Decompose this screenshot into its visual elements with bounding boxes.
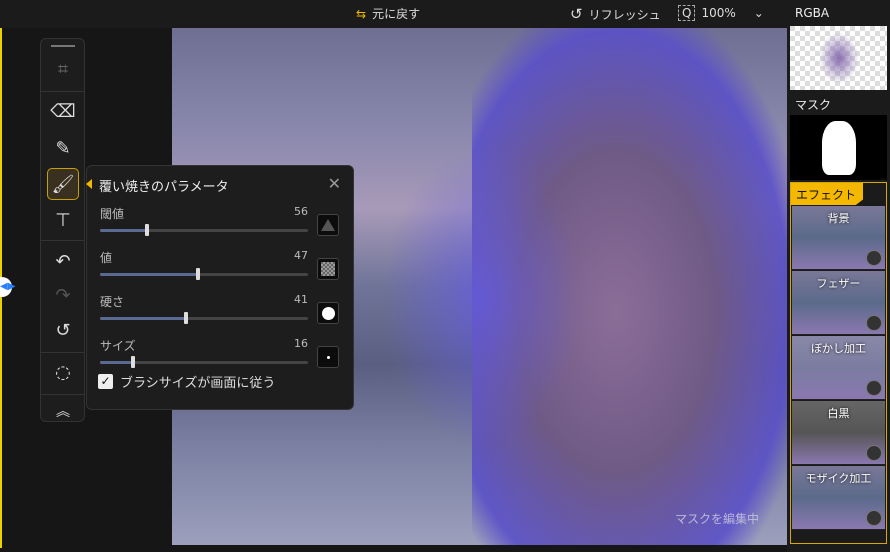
toggle-icon[interactable] [866,445,882,461]
zoom-control[interactable]: Q 100% ⌄ [678,5,764,21]
hard-circle-icon[interactable] [317,302,339,324]
selection-icon[interactable]: ◌ [47,356,79,388]
param-label: 硬さ [100,295,125,309]
divider [41,240,84,241]
rgba-thumbnail[interactable] [790,26,887,90]
checker-pattern-icon[interactable] [317,258,339,280]
effect-blur[interactable]: ぼかし加工 [792,336,885,400]
close-icon[interactable]: ✕ [328,174,341,193]
collapse-icon[interactable]: ︽ [47,395,79,427]
slider-track [100,356,308,368]
slider-track [100,268,308,280]
slider-thumb[interactable] [184,312,188,324]
tool-bar: ⌗ ⌫ ✎ 🖌 ⊤ ↶ ↷ ↺ ◌ ︽ [40,38,85,422]
refresh-label: リフレッシュ [588,7,661,22]
param-label: 値 [100,251,113,265]
slider-fill [100,361,132,364]
brush-size-follow-checkbox[interactable]: ✓ ブラシサイズが画面に従う [98,372,275,391]
redo-icon[interactable]: ↷ [47,279,79,311]
slider-track [100,312,308,324]
param-value: 47 [294,249,308,262]
triangle-shape-icon[interactable] [317,214,339,236]
refresh-button[interactable]: ↺ リフレッシュ [570,5,661,23]
zoom-value: 100% [701,6,736,20]
panel-caret-icon [86,179,92,189]
effects-tab[interactable]: エフェクト [791,183,863,205]
slider-thumb[interactable] [131,356,135,368]
mask-label: マスク [795,98,832,112]
eraser-icon[interactable]: ⌫ [47,95,79,127]
status-text: マスクを編集中 [674,512,759,526]
rgba-label: RGBA [795,6,830,20]
undo-icon[interactable]: ↶ [47,245,79,277]
hardness-slider[interactable]: 硬さ 41 [100,293,308,333]
refresh-icon: ↺ [570,5,583,23]
threshold-slider[interactable]: 閾値 56 [100,205,308,245]
panel-title: 覆い焼きのパラメータ [99,180,229,195]
roller-icon[interactable]: ⊤ [47,204,79,236]
slider-fill [100,317,186,320]
slider-track [100,224,308,236]
slider-thumb[interactable] [145,224,149,236]
param-label: サイズ [100,339,136,353]
slider-fill [100,273,198,276]
parameters-panel: 覆い焼きのパラメータ ✕ 閾値 56 値 47 硬さ 41 サイズ 16 ✓ ブラシサイズ… [86,165,354,410]
brush-icon[interactable]: 🖌 [47,168,79,200]
move-tool-icon[interactable]: ⌗ [47,53,79,85]
pen-icon[interactable]: ✎ [47,132,79,164]
drag-handle[interactable] [51,45,75,47]
chevron-down-icon[interactable]: ⌄ [754,6,764,20]
effect-feather[interactable]: フェザー [792,271,885,335]
reset-icon[interactable]: ↺ [47,314,79,346]
effects-section: エフェクト 背景 フェザー ぼかし加工 白黒 モザイク加工 [790,182,887,544]
checkmark-icon[interactable]: ✓ [98,374,113,389]
effect-background[interactable]: 背景 [792,206,885,270]
checkbox-label: ブラシサイズが画面に従う [120,376,276,391]
effect-mosaic[interactable]: モザイク加工 [792,466,885,530]
top-bar: ⇆ 元に戻す ↺ リフレッシュ Q 100% ⌄ [0,0,787,28]
effect-label: モザイク加工 [805,472,872,485]
effect-label: 背景 [827,212,850,225]
effect-monochrome[interactable]: 白黒 [792,401,885,465]
toggle-icon[interactable] [866,380,882,396]
effect-label: 白黒 [827,407,850,420]
swap-arrows-icon: ⇆ [356,6,367,21]
undo-label: 元に戻す [372,7,421,21]
divider [41,91,84,92]
expand-handle[interactable]: ◀▶ [0,277,15,297]
effect-label: フェザー [816,277,861,290]
toggle-icon[interactable] [866,250,882,266]
toggle-icon[interactable] [866,315,882,331]
value-slider[interactable]: 値 47 [100,249,308,289]
toggle-icon[interactable] [866,510,882,526]
layers-panel: RGBA マスク エフェクト 背景 フェザー ぼかし加工 白黒 モザイク加工 [787,0,890,552]
mask-thumbnail[interactable] [790,115,887,180]
size-slider[interactable]: サイズ 16 [100,337,308,377]
brush-size-dot-icon[interactable] [317,346,339,368]
param-label: 閾値 [100,207,125,221]
slider-fill [100,229,146,232]
undo-all-button[interactable]: ⇆ 元に戻す [356,5,420,22]
param-value: 56 [294,205,308,218]
divider [41,352,84,353]
param-value: 16 [294,337,308,350]
effect-label: ぼかし加工 [811,342,866,355]
mask-overlay [382,148,582,448]
slider-thumb[interactable] [196,268,200,280]
zoom-icon: Q [678,5,696,21]
param-value: 41 [294,293,308,306]
